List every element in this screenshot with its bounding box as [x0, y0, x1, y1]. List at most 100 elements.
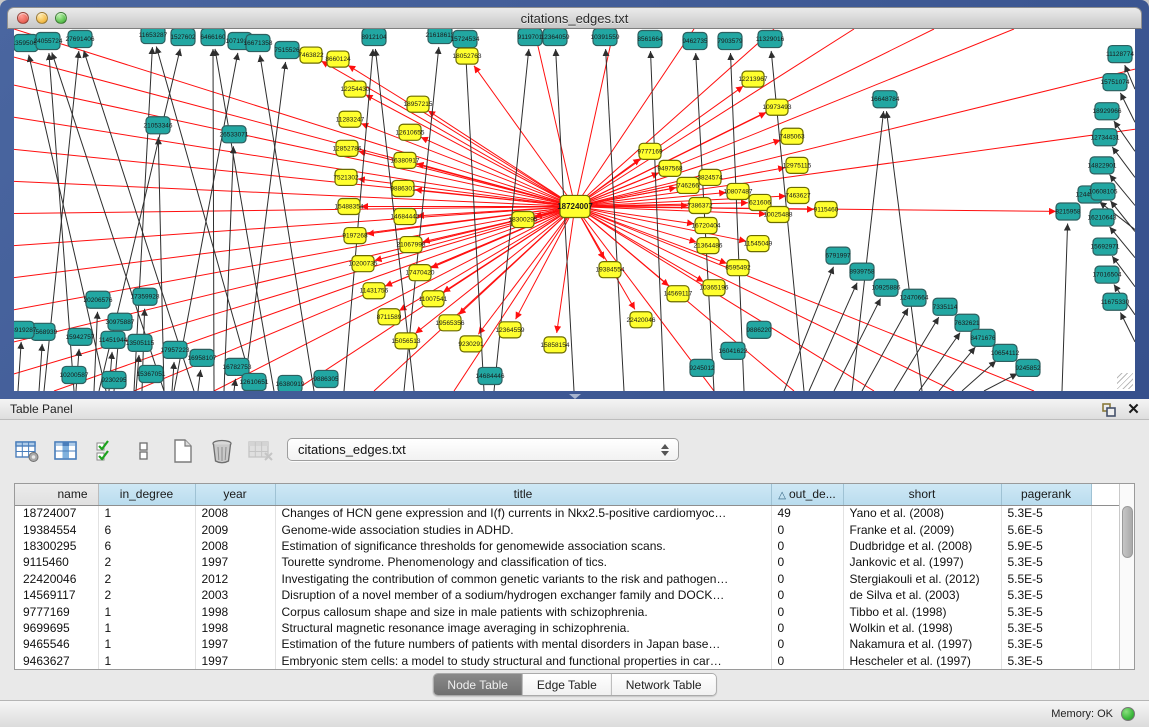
table-cell[interactable]: 49: [771, 505, 843, 521]
table-cell[interactable]: 5.5E-5: [1001, 571, 1091, 587]
table-cell[interactable]: 1: [98, 603, 195, 619]
memory-status-indicator[interactable]: [1121, 707, 1135, 721]
graph-node[interactable]: 17957223: [161, 341, 190, 358]
column-header-out-de-[interactable]: △out_de...: [771, 484, 843, 505]
table-cell[interactable]: 1998: [195, 603, 275, 619]
graph-node[interactable]: 8711589: [377, 309, 402, 325]
graph-node[interactable]: 12734431: [1091, 129, 1120, 146]
trash-button[interactable]: [209, 438, 235, 464]
graph-node[interactable]: 10807487: [724, 183, 753, 199]
graph-node[interactable]: 9197268: [342, 228, 368, 244]
graph-node[interactable]: 9777169: [637, 143, 663, 159]
table-cell[interactable]: 5.9E-5: [1001, 538, 1091, 554]
table-cell[interactable]: 6: [98, 538, 195, 554]
graph-node[interactable]: 7485063: [779, 128, 805, 144]
graph-node[interactable]: 12254430: [341, 81, 370, 97]
graph-node[interactable]: 14684443: [391, 208, 420, 224]
graph-node[interactable]: 9245012: [689, 359, 715, 376]
graph-node[interactable]: 15858154: [541, 337, 570, 353]
graph-node[interactable]: 9497568: [657, 160, 683, 176]
graph-node[interactable]: 21053346: [144, 117, 173, 134]
table-cell[interactable]: 18724007: [15, 505, 98, 521]
table-cell[interactable]: Disruption of a novel member of a sodium…: [275, 587, 771, 603]
graph-node[interactable]: 13919287: [14, 321, 37, 338]
graph-node[interactable]: 11451944: [99, 331, 128, 348]
table-cell[interactable]: 5.3E-5: [1001, 653, 1091, 669]
table-cell[interactable]: 1: [98, 636, 195, 652]
table-row[interactable]: 977716911998Corpus callosum shape and si…: [15, 603, 1119, 619]
graph-node[interactable]: 10973493: [763, 99, 792, 115]
graph-node[interactable]: 11283247: [336, 111, 365, 127]
graph-node[interactable]: 7903579: [717, 33, 743, 50]
table-selector-dropdown[interactable]: citations_edges.txt: [287, 438, 679, 461]
graph-hub-node[interactable]: 18724007: [557, 195, 593, 217]
graph-node[interactable]: 7521302: [333, 169, 359, 185]
table-cell[interactable]: Changes of HCN gene expression and I(f) …: [275, 505, 771, 521]
graph-node[interactable]: 9886301: [390, 180, 416, 196]
graph-node[interactable]: 1527602: [170, 29, 196, 46]
table-cell[interactable]: 0: [771, 587, 843, 603]
graph-node[interactable]: 10608105: [1089, 183, 1118, 200]
table-cell[interactable]: Yano et al. (2008): [843, 505, 1001, 521]
network-canvas[interactable]: 1359506124055724276914061165328715276026…: [14, 29, 1135, 391]
table-cell[interactable]: Jankovic et al. (1997): [843, 554, 1001, 570]
table-cell[interactable]: 1997: [195, 554, 275, 570]
graph-node[interactable]: 11007541: [419, 291, 448, 307]
graph-node[interactable]: 15488354: [335, 198, 364, 214]
table-cell[interactable]: Estimation of significance thresholds fo…: [275, 538, 771, 554]
column-header-name[interactable]: name: [15, 484, 98, 505]
table-cell[interactable]: 0: [771, 636, 843, 652]
graph-node[interactable]: 10200587: [60, 366, 89, 383]
table-cell[interactable]: 22420046: [15, 571, 98, 587]
graph-node[interactable]: 11329016: [756, 31, 785, 48]
column-header-title[interactable]: title: [275, 484, 771, 505]
table-cell[interactable]: 1997: [195, 636, 275, 652]
table-cell[interactable]: Nakamura et al. (1997): [843, 636, 1001, 652]
table-row[interactable]: 1872400712008Changes of HCN gene express…: [15, 505, 1119, 521]
table-cell[interactable]: Genome-wide association studies in ADHD.: [275, 521, 771, 537]
table-row[interactable]: 2242004622012Investigating the contribut…: [15, 571, 1119, 587]
graph-node[interactable]: 8471676: [970, 329, 996, 346]
table-row[interactable]: 946554611997Estimation of the future num…: [15, 636, 1119, 652]
graph-node[interactable]: 12213967: [739, 71, 768, 87]
table-row[interactable]: 911546021997Tourette syndrome. Phenomeno…: [15, 554, 1119, 570]
graph-node[interactable]: 9886220: [746, 321, 772, 338]
column-header-in-degree[interactable]: in_degree: [98, 484, 195, 505]
table-cell[interactable]: 0: [771, 571, 843, 587]
graph-node[interactable]: 10925886: [872, 279, 901, 296]
table-cell[interactable]: 1: [98, 620, 195, 636]
table-cell[interactable]: 2: [98, 587, 195, 603]
table-header-row[interactable]: namein_degreeyeartitle△out_de...shortpag…: [15, 484, 1119, 505]
graph-node[interactable]: 7463822: [298, 47, 324, 63]
graph-node[interactable]: 18957215: [404, 96, 433, 112]
table-cell[interactable]: 2003: [195, 587, 275, 603]
scrollbar-thumb[interactable]: [1122, 506, 1133, 558]
graph-node[interactable]: 27691406: [66, 31, 95, 48]
graph-node[interactable]: 21067998: [397, 237, 426, 253]
table-cell[interactable]: 1998: [195, 620, 275, 636]
graph-node[interactable]: 9245852: [1015, 359, 1041, 376]
table-cell[interactable]: Investigating the contribution of common…: [275, 571, 771, 587]
vertical-scrollbar[interactable]: [1119, 484, 1134, 669]
select-all-checks-icon[interactable]: [92, 438, 118, 464]
graph-node[interactable]: 11675330: [1101, 293, 1130, 310]
graph-node[interactable]: 3824574: [697, 169, 723, 185]
graph-node[interactable]: 7335114: [933, 298, 958, 315]
graph-node[interactable]: 17359928: [131, 288, 160, 305]
graph-node[interactable]: 12610655: [396, 124, 425, 140]
close-panel-icon[interactable]: ✕: [1126, 402, 1141, 417]
table-cell[interactable]: Tibbo et al. (1998): [843, 603, 1001, 619]
table-cell[interactable]: 2: [98, 571, 195, 587]
graph-node[interactable]: 15056513: [392, 333, 421, 349]
graph-node[interactable]: 8595492: [725, 260, 751, 276]
table-cell[interactable]: 5.3E-5: [1001, 603, 1091, 619]
graph-node[interactable]: 6466160: [200, 29, 226, 46]
graph-node[interactable]: 17016504: [1093, 266, 1122, 283]
window-titlebar[interactable]: citations_edges.txt: [7, 7, 1142, 29]
table-cell[interactable]: 9465546: [15, 636, 98, 652]
graph-node[interactable]: 18300295: [509, 212, 538, 228]
table-cell[interactable]: 5.3E-5: [1001, 554, 1091, 570]
table-cell[interactable]: Wolkin et al. (1998): [843, 620, 1001, 636]
graph-node[interactable]: 16380917: [391, 152, 420, 168]
table-row[interactable]: 1830029562008Estimation of significance …: [15, 538, 1119, 554]
